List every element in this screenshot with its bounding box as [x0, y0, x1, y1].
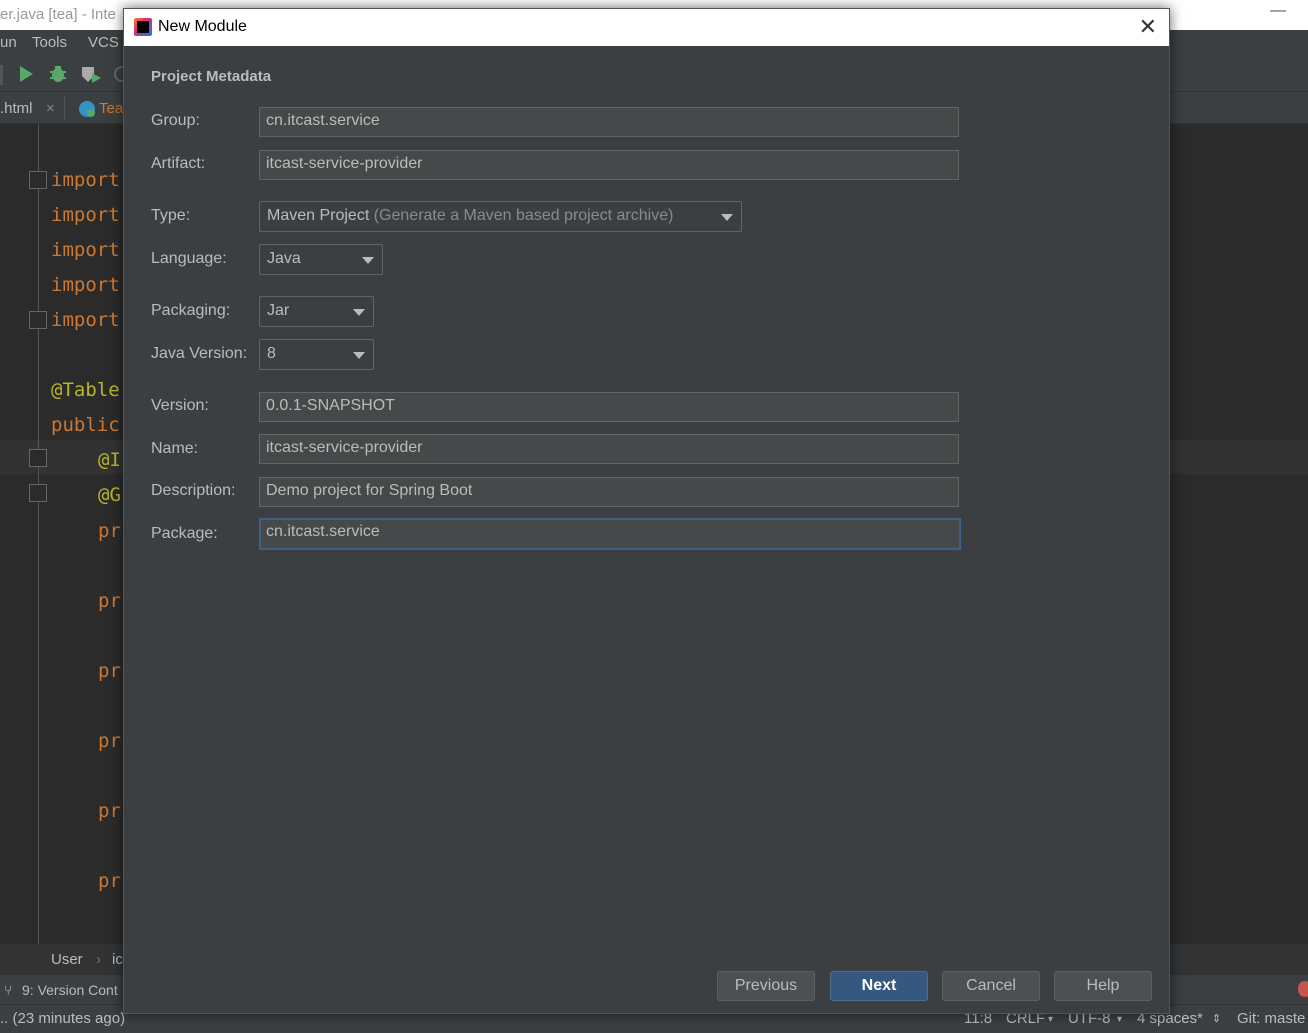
gutter-divider: [38, 124, 39, 944]
minimize-icon[interactable]: —: [1270, 2, 1286, 20]
profile-icon[interactable]: [113, 65, 123, 83]
code-line: import: [51, 239, 120, 261]
cancel-button[interactable]: Cancel: [942, 971, 1040, 1001]
menu-tools[interactable]: Tools: [32, 34, 67, 51]
type-hint: (Generate a Maven based project archive): [373, 207, 674, 224]
class-icon: [79, 101, 95, 117]
fold-marker-icon[interactable]: [29, 311, 47, 329]
section-title: Project Metadata: [151, 68, 272, 85]
packaging-label: Packaging:: [151, 302, 231, 319]
description-label: Description:: [151, 482, 236, 499]
help-button[interactable]: Help: [1054, 971, 1152, 1001]
debug-icon[interactable]: [48, 64, 68, 84]
code-line: pr: [98, 800, 121, 822]
updown-icon: ⇕: [1212, 1013, 1222, 1025]
new-module-dialog: New Module ✕ Project Metadata Group: cn.…: [123, 8, 1170, 1014]
code-line: pr: [98, 730, 121, 752]
code-line: pr: [98, 660, 121, 682]
dialog-title: New Module: [158, 18, 247, 35]
dialog-titlebar: New Module ✕: [124, 9, 1169, 46]
error-badge-icon[interactable]: [1298, 981, 1308, 997]
chevron-down-icon: ▾: [1117, 1014, 1123, 1025]
group-field[interactable]: cn.itcast.service: [259, 107, 959, 137]
version-label: Version:: [151, 397, 209, 414]
package-label: Package:: [151, 525, 218, 542]
previous-button[interactable]: Previous: [717, 971, 815, 1001]
group-label: Group:: [151, 112, 200, 129]
status-message: .. (23 minutes ago): [0, 1010, 126, 1027]
menu-vcs[interactable]: VCS: [88, 34, 119, 51]
name-field[interactable]: itcast-service-provider: [259, 434, 959, 464]
toolbar-combo-edge: [0, 65, 3, 85]
type-dropdown[interactable]: Maven Project (Generate a Maven based pr…: [259, 201, 742, 232]
package-field[interactable]: cn.itcast.service: [259, 518, 961, 550]
breadcrumb-item[interactable]: ic: [112, 951, 123, 968]
menu-run[interactable]: un: [0, 34, 17, 51]
code-line: pr: [98, 590, 121, 612]
tab-close-icon[interactable]: ×: [46, 100, 55, 117]
chevron-down-icon: [353, 309, 365, 316]
fold-marker-icon[interactable]: [29, 449, 47, 467]
artifact-label: Artifact:: [151, 155, 206, 172]
java-version-value: 8: [267, 345, 276, 362]
coverage-icon[interactable]: [80, 64, 102, 84]
breadcrumb-separator-icon: ›: [96, 951, 101, 968]
status-git-branch[interactable]: Git: maste: [1237, 1010, 1305, 1027]
code-line: import: [51, 274, 120, 296]
fold-marker-icon[interactable]: [29, 171, 47, 189]
code-line: @Table: [51, 379, 120, 401]
ide-window-title: er.java [tea] - Inte: [0, 6, 116, 23]
chevron-down-icon: [353, 352, 365, 359]
code-line: public: [51, 414, 120, 436]
description-field[interactable]: Demo project for Spring Boot: [259, 477, 959, 507]
language-label: Language:: [151, 250, 227, 267]
version-control-icon: ⑂: [4, 982, 13, 998]
tab-divider: [64, 97, 65, 119]
next-button[interactable]: Next: [830, 971, 928, 1001]
chevron-down-icon: [721, 214, 733, 221]
close-icon[interactable]: ✕: [1139, 14, 1157, 40]
code-line: @I: [98, 449, 121, 471]
version-field[interactable]: 0.0.1-SNAPSHOT: [259, 392, 959, 422]
java-version-label: Java Version:: [151, 345, 248, 362]
artifact-field[interactable]: itcast-service-provider: [259, 150, 959, 180]
run-icon[interactable]: [18, 65, 34, 83]
breadcrumb-item[interactable]: User: [51, 951, 83, 968]
tool-window-version-control[interactable]: 9: Version Cont: [22, 982, 118, 998]
code-line: import: [51, 309, 120, 331]
java-version-dropdown[interactable]: 8: [259, 339, 374, 370]
fold-marker-icon[interactable]: [29, 484, 47, 502]
name-label: Name:: [151, 440, 199, 457]
language-value: Java: [267, 250, 301, 267]
tab-tea[interactable]: Tea: [99, 100, 123, 117]
language-dropdown[interactable]: Java: [259, 244, 383, 275]
code-line: import: [51, 169, 120, 191]
type-label: Type:: [151, 207, 191, 224]
code-line: pr: [98, 520, 121, 542]
code-line: pr: [98, 870, 121, 892]
code-line: @G: [98, 484, 121, 506]
chevron-down-icon: [362, 257, 374, 264]
type-value: Maven Project: [267, 207, 370, 224]
code-line: import: [51, 204, 120, 226]
intellij-app-icon: [134, 18, 152, 36]
packaging-dropdown[interactable]: Jar: [259, 296, 374, 327]
packaging-value: Jar: [267, 302, 290, 319]
tab-html[interactable]: .html: [0, 100, 33, 117]
chevron-down-icon: ▾: [1048, 1014, 1054, 1025]
